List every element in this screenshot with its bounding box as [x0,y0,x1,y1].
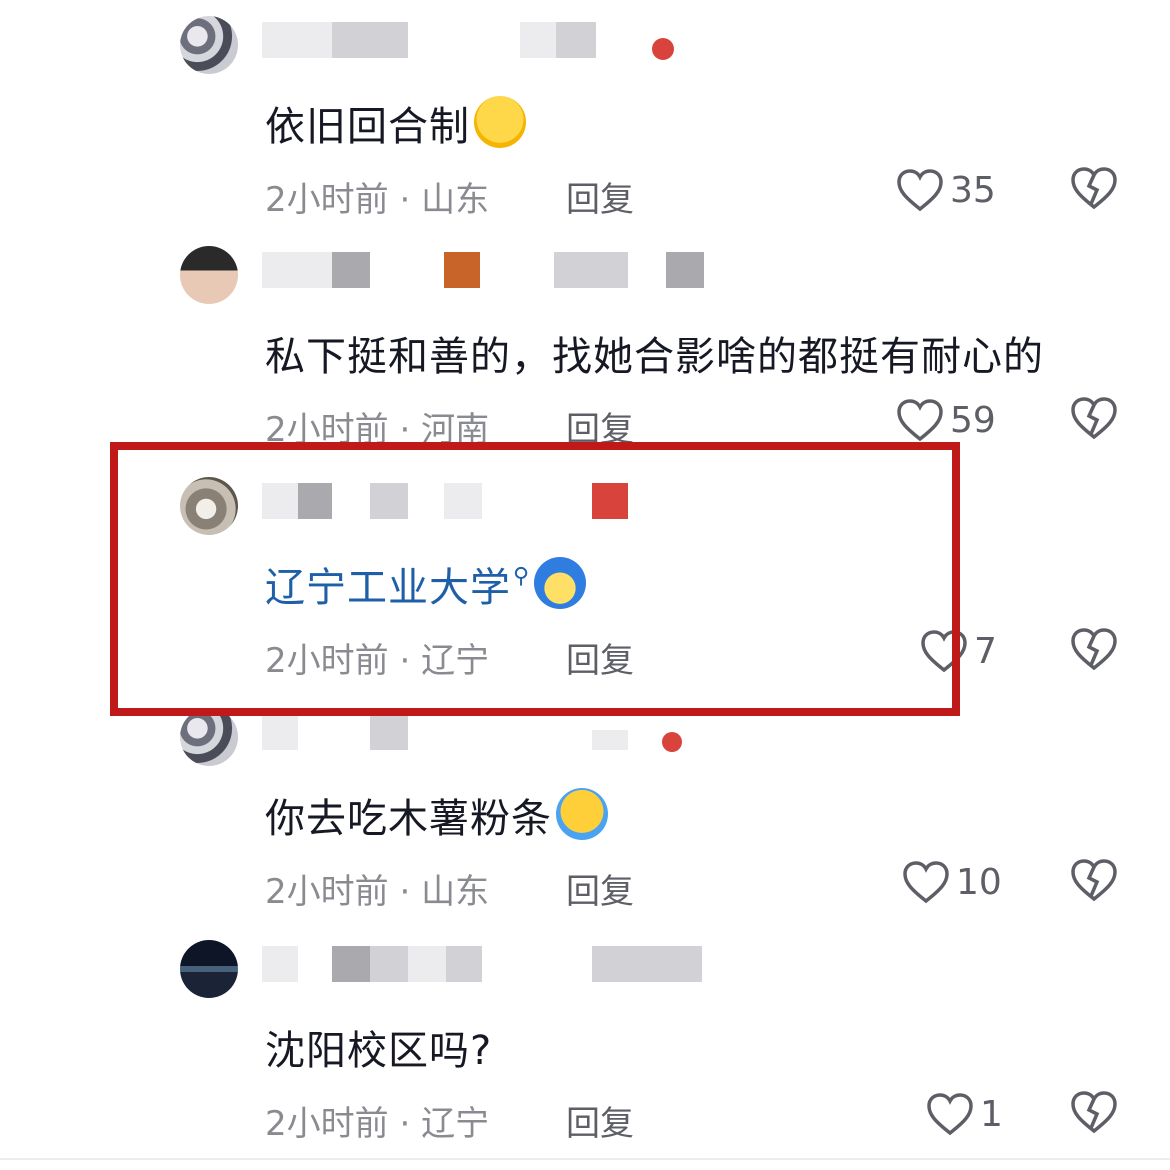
comment-meta: 2小时前 · 山东 [265,872,490,912]
like-button[interactable]: 10 [902,858,1002,906]
broken-heart-icon [1071,397,1117,440]
comment-text: 私下挺和善的，找她合影啥的都挺有耐心的 [265,334,1044,380]
comment-text: 依旧回合制 [265,94,526,152]
like-button[interactable]: 35 [896,166,996,214]
heart-icon [897,399,943,442]
divider [0,1158,1170,1160]
like-count: 1 [980,1093,1003,1135]
dislike-button[interactable] [1070,166,1120,212]
user-avatar[interactable] [180,940,238,998]
comment-meta: 2小时前 · 辽宁 [265,1104,490,1144]
broken-heart-icon [1071,1091,1117,1134]
comment-item: 依旧回合制 2小时前 · 山东 回复 35 [0,16,1170,246]
comment-item: 你去吃木薯粉条 2小时前 · 山东 回复 10 [0,708,1170,938]
highlight-box [110,442,960,716]
like-button[interactable]: 1 [926,1090,1003,1138]
dislike-button[interactable] [1070,396,1120,442]
username-redacted [262,252,722,292]
reply-button[interactable]: 回复 [566,864,634,913]
dislike-button[interactable] [1070,858,1120,904]
like-count: 10 [956,861,1002,903]
broken-heart-icon [1071,628,1117,671]
tears-of-joy-emoji [474,96,526,148]
username-redacted [262,22,722,62]
crying-emoji [556,788,608,840]
like-count: 35 [950,169,996,211]
heart-icon [927,1093,973,1136]
reply-button[interactable]: 回复 [566,1096,634,1145]
username-redacted [262,946,722,986]
like-count: 7 [974,630,997,672]
user-avatar[interactable] [180,16,238,74]
heart-icon [897,169,943,212]
broken-heart-icon [1071,167,1117,210]
like-button[interactable]: 59 [896,396,996,444]
user-avatar[interactable] [180,708,238,766]
comment-text: 你去吃木薯粉条 [265,786,608,844]
comment-meta: 2小时前 · 山东 [265,180,490,220]
user-avatar[interactable] [180,246,238,304]
comment-text: 沈阳校区吗? [265,1028,493,1074]
username-redacted [262,714,722,754]
comment-item: 沈阳校区吗? 2小时前 · 辽宁 回复 1 [0,940,1170,1170]
dislike-button[interactable] [1070,1090,1120,1136]
reply-button[interactable]: 回复 [566,172,634,221]
dislike-button[interactable] [1070,627,1120,673]
like-count: 59 [950,399,996,441]
broken-heart-icon [1071,859,1117,902]
heart-icon [903,861,949,904]
